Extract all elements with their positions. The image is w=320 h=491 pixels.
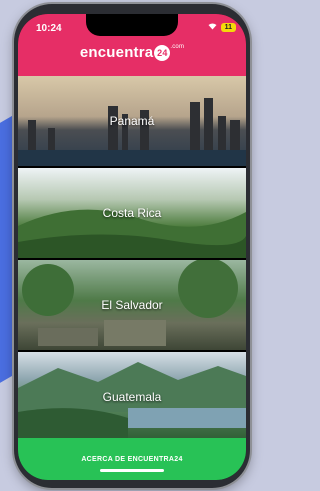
country-label: El Salvador bbox=[101, 298, 163, 312]
country-card-el-salvador[interactable]: El Salvador bbox=[18, 260, 246, 350]
country-card-costa-rica[interactable]: Costa Rica bbox=[18, 168, 246, 258]
status-icons: 11 bbox=[208, 22, 236, 33]
notch bbox=[86, 14, 178, 36]
wifi-icon bbox=[208, 22, 217, 33]
country-card-panama[interactable]: Panamá bbox=[18, 76, 246, 166]
status-bar: 10:24 11 bbox=[18, 14, 246, 36]
country-card-guatemala[interactable]: Guatemala bbox=[18, 352, 246, 442]
about-button[interactable]: ACERCA DE ENCUENTRA24 bbox=[18, 438, 246, 480]
country-label: Costa Rica bbox=[102, 206, 162, 220]
app-screen: 10:24 11 encuentra 24.com Panamá Costa R… bbox=[18, 14, 246, 480]
country-label: Guatemala bbox=[102, 390, 162, 404]
status-time: 10:24 bbox=[36, 23, 62, 34]
logo-suffix: .com bbox=[170, 44, 185, 50]
app-header: 10:24 11 encuentra 24.com bbox=[18, 14, 246, 76]
logo-badge: 24 bbox=[154, 45, 171, 62]
country-label: Panamá bbox=[109, 114, 155, 128]
logo-text: encuentra bbox=[79, 44, 154, 61]
battery-icon: 11 bbox=[220, 23, 236, 32]
home-indicator bbox=[100, 469, 164, 472]
app-logo: encuentra 24.com bbox=[18, 44, 246, 62]
